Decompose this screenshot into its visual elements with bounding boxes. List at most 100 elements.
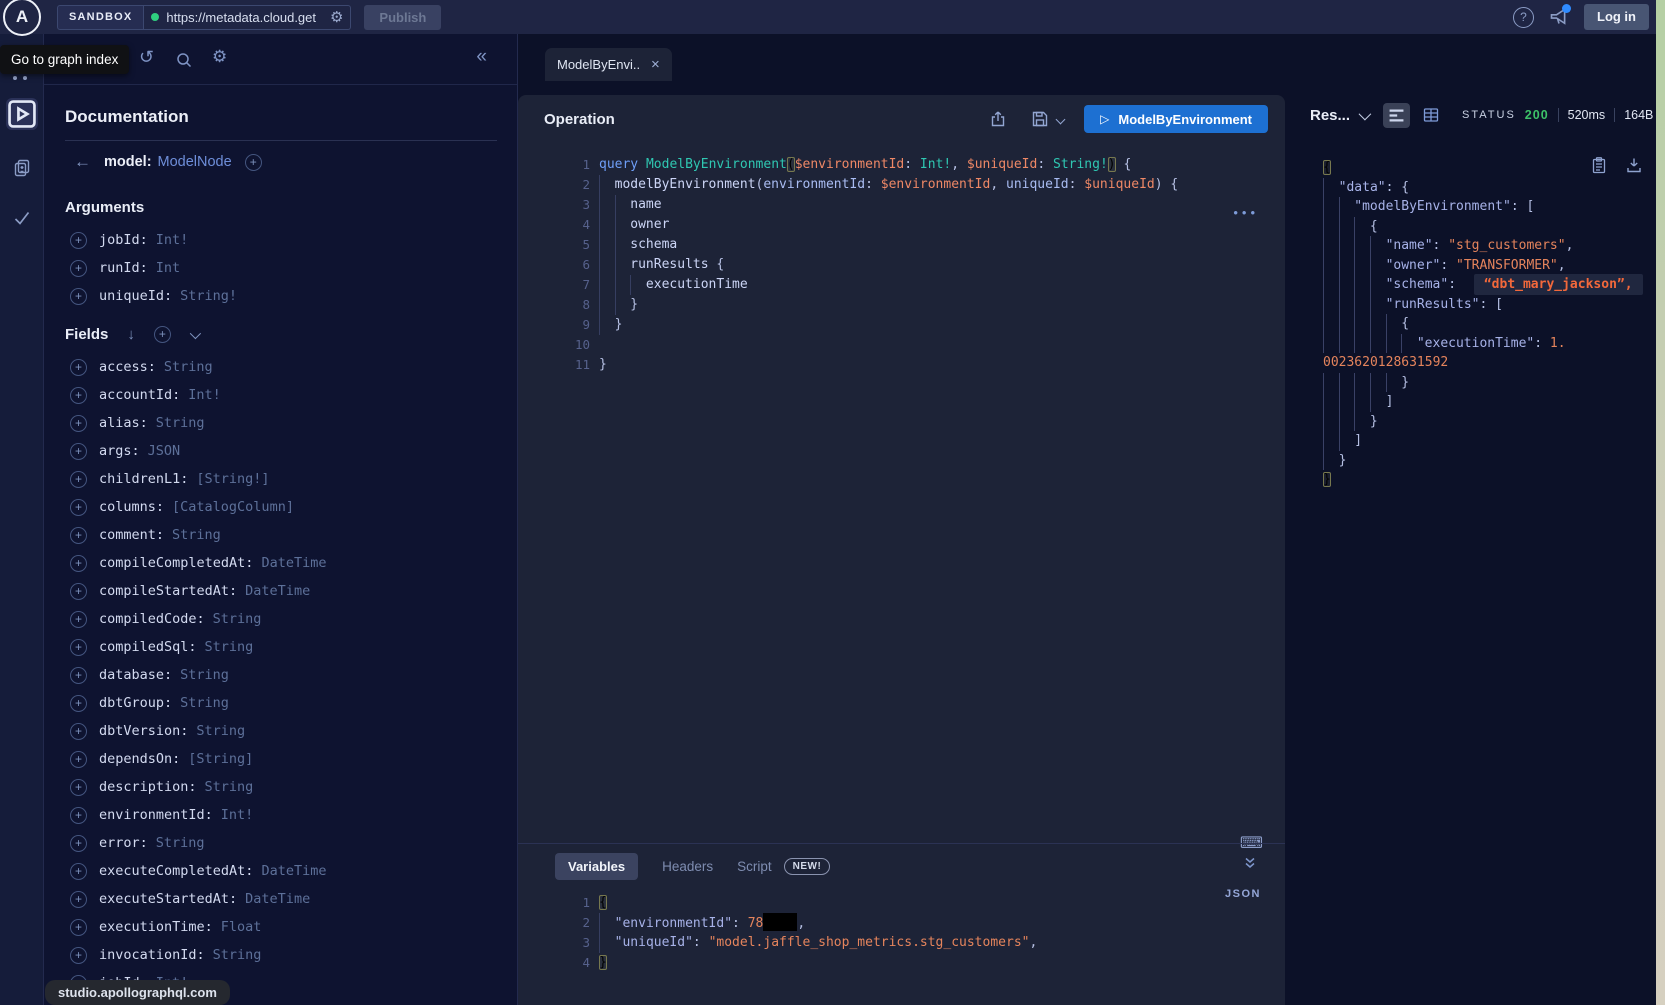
- add-model-icon[interactable]: +: [245, 154, 262, 171]
- doc-field-row[interactable]: + jobId: Int!: [65, 226, 517, 254]
- add-field-icon[interactable]: +: [70, 667, 87, 684]
- doc-field-row[interactable]: + compiledSql: String: [65, 633, 517, 661]
- doc-field-row[interactable]: + dbtGroup: String: [65, 689, 517, 717]
- field-type[interactable]: [CatalogColumn]: [172, 499, 294, 515]
- field-type[interactable]: String!: [180, 288, 237, 304]
- field-type[interactable]: String: [172, 527, 221, 543]
- field-type[interactable]: String: [156, 835, 205, 851]
- add-field-icon[interactable]: +: [70, 863, 87, 880]
- add-field-icon[interactable]: +: [70, 260, 87, 277]
- field-name[interactable]: dependsOn:: [99, 751, 180, 767]
- doc-field-row[interactable]: + comment: String: [65, 521, 517, 549]
- add-field-icon[interactable]: +: [70, 443, 87, 460]
- field-type[interactable]: JSON: [148, 443, 181, 459]
- add-field-icon[interactable]: +: [70, 387, 87, 404]
- download-response-icon[interactable]: [1625, 156, 1643, 174]
- add-field-icon[interactable]: +: [70, 723, 87, 740]
- code-line[interactable]: 4 owner: [518, 215, 1285, 235]
- doc-field-row[interactable]: + compiledCode: String: [65, 605, 517, 633]
- doc-field-row[interactable]: + args: JSON: [65, 437, 517, 465]
- chevron-down-icon[interactable]: [190, 327, 201, 338]
- field-name[interactable]: compiledCode:: [99, 611, 205, 627]
- code-line[interactable]: 11 }: [518, 355, 1285, 375]
- field-type[interactable]: DateTime: [245, 583, 310, 599]
- checks-nav-icon[interactable]: [12, 208, 32, 228]
- schema-nav-icon[interactable]: [12, 158, 32, 178]
- response-chevron-icon[interactable]: [1359, 107, 1372, 120]
- back-arrow-icon[interactable]: ←: [74, 152, 91, 172]
- close-tab-icon[interactable]: ×: [651, 57, 660, 72]
- field-name[interactable]: accountId:: [99, 387, 180, 403]
- code-line[interactable]: 6 runResults {: [518, 255, 1285, 275]
- doc-field-row[interactable]: + accountId: Int!: [65, 381, 517, 409]
- settings-gear-icon[interactable]: ⚙: [212, 48, 230, 66]
- doc-field-row[interactable]: + dependsOn: [String]: [65, 745, 517, 773]
- add-field-icon[interactable]: +: [70, 471, 87, 488]
- add-field-icon[interactable]: +: [70, 527, 87, 544]
- query-editor[interactable]: 1 query ModelByEnvironment($environmentI…: [518, 143, 1285, 844]
- code-line[interactable]: 7 executionTime: [518, 275, 1285, 295]
- add-field-icon[interactable]: +: [70, 555, 87, 572]
- explorer-nav-icon[interactable]: [6, 98, 38, 130]
- publish-button[interactable]: Publish: [364, 5, 441, 30]
- add-field-icon[interactable]: +: [70, 583, 87, 600]
- doc-field-row[interactable]: + access: String: [65, 353, 517, 381]
- field-name[interactable]: comment:: [99, 527, 164, 543]
- add-all-fields-icon[interactable]: +: [154, 326, 171, 343]
- field-type[interactable]: Int!: [221, 807, 254, 823]
- code-line[interactable]: 10: [518, 335, 1285, 355]
- apollo-logo[interactable]: A: [3, 0, 41, 36]
- field-name[interactable]: error:: [99, 835, 148, 851]
- formatted-view-icon[interactable]: [1383, 103, 1410, 128]
- doc-field-row[interactable]: + executionTime: Float: [65, 913, 517, 941]
- add-field-icon[interactable]: +: [70, 499, 87, 516]
- code-line[interactable]: 1 {: [518, 893, 1285, 913]
- field-type[interactable]: Int: [156, 260, 180, 276]
- endpoint-settings-gear-icon[interactable]: ⚙: [330, 10, 343, 25]
- add-field-icon[interactable]: +: [70, 891, 87, 908]
- sort-fields-icon[interactable]: ↓: [127, 326, 135, 343]
- breadcrumb-type-link[interactable]: ModelNode: [158, 154, 232, 170]
- doc-field-row[interactable]: + childrenL1: [String!]: [65, 465, 517, 493]
- field-name[interactable]: executionTime:: [99, 919, 213, 935]
- editor-menu-icon[interactable]: •••: [1233, 205, 1259, 220]
- field-name[interactable]: executeStartedAt:: [99, 891, 237, 907]
- code-line[interactable]: 2 modelByEnvironment(environmentId: $env…: [518, 175, 1285, 195]
- field-name[interactable]: alias:: [99, 415, 148, 431]
- add-field-icon[interactable]: +: [70, 639, 87, 656]
- help-icon[interactable]: ?: [1513, 7, 1534, 28]
- field-name[interactable]: compileCompletedAt:: [99, 555, 253, 571]
- field-type[interactable]: String: [180, 695, 229, 711]
- field-name[interactable]: uniqueId:: [99, 288, 172, 304]
- field-type[interactable]: DateTime: [261, 863, 326, 879]
- search-icon[interactable]: [175, 51, 193, 69]
- endpoint-url-bar[interactable]: https://metadata.cloud.get ⚙: [144, 5, 351, 30]
- add-field-icon[interactable]: +: [70, 232, 87, 249]
- field-name[interactable]: dbtGroup:: [99, 695, 172, 711]
- field-name[interactable]: compileStartedAt:: [99, 583, 237, 599]
- field-type[interactable]: String: [213, 947, 262, 963]
- save-options-chevron-icon[interactable]: [1056, 114, 1066, 124]
- code-line[interactable]: 1 query ModelByEnvironment($environmentI…: [518, 155, 1285, 175]
- response-title[interactable]: Res...: [1310, 107, 1350, 124]
- announcements-megaphone-icon[interactable]: [1549, 7, 1569, 27]
- history-icon[interactable]: ↺: [139, 48, 157, 66]
- add-field-icon[interactable]: +: [70, 779, 87, 796]
- doc-field-row[interactable]: + dbtVersion: String: [65, 717, 517, 745]
- add-field-icon[interactable]: +: [70, 835, 87, 852]
- field-type[interactable]: Int!: [156, 232, 189, 248]
- tab-headers[interactable]: Headers: [662, 859, 713, 874]
- endpoint-url-input[interactable]: https://metadata.cloud.get: [166, 10, 323, 25]
- field-name[interactable]: access:: [99, 359, 156, 375]
- field-type[interactable]: String: [156, 415, 205, 431]
- doc-field-row[interactable]: + executeCompletedAt: DateTime: [65, 857, 517, 885]
- code-line[interactable]: 8 }: [518, 295, 1285, 315]
- code-line[interactable]: 4 }: [518, 953, 1285, 973]
- field-type[interactable]: String: [205, 639, 254, 655]
- field-name[interactable]: database:: [99, 667, 172, 683]
- code-line[interactable]: 3 name: [518, 195, 1285, 215]
- field-type[interactable]: DateTime: [261, 555, 326, 571]
- add-field-icon[interactable]: +: [70, 415, 87, 432]
- login-button[interactable]: Log in: [1584, 4, 1649, 30]
- doc-field-row[interactable]: + executeStartedAt: DateTime: [65, 885, 517, 913]
